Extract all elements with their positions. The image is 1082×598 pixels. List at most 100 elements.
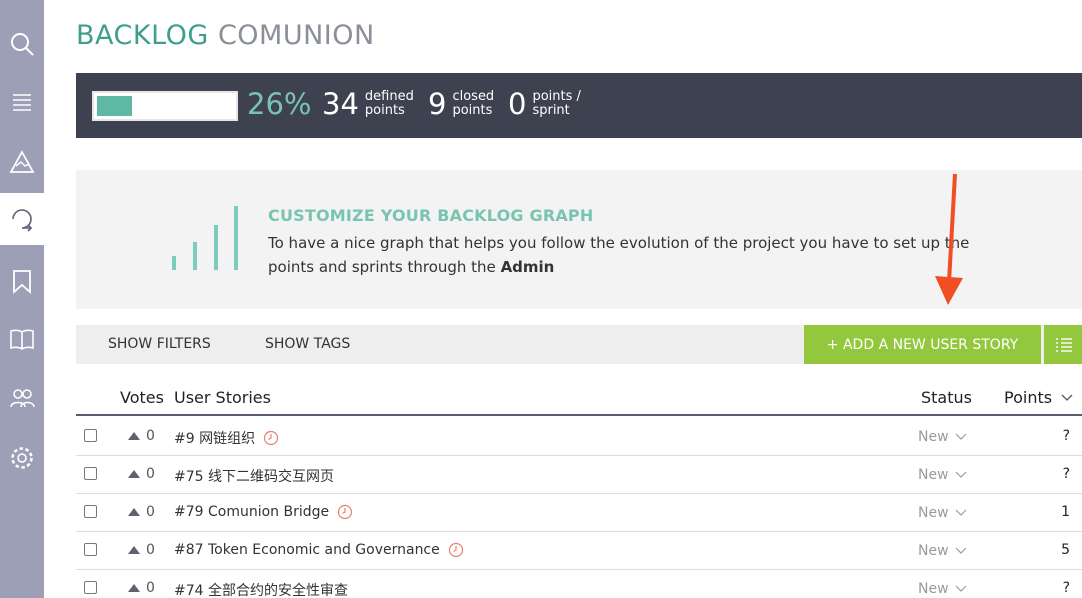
votes-column-header[interactable]: Votes: [120, 388, 164, 407]
progress-bar: [92, 91, 238, 121]
kanban-button[interactable]: [0, 255, 44, 307]
backlog-button[interactable]: [0, 193, 44, 245]
graph-banner-title: CUSTOMIZE YOUR BACKLOG GRAPH: [268, 206, 594, 225]
chevron-down-icon: [955, 433, 966, 440]
progress-fill: [97, 96, 132, 116]
user-story-link[interactable]: #74 全部合约的安全性审查: [174, 580, 348, 598]
row-checkbox[interactable]: [84, 505, 97, 518]
graph-placeholder-icon: [172, 206, 242, 270]
graph-banner-text: To have a nice graph that helps you foll…: [268, 231, 998, 279]
show-filters-button[interactable]: SHOW FILTERS: [108, 336, 211, 352]
upvote-icon: [128, 584, 140, 592]
user-story-link[interactable]: #79 Comunion Bridge: [174, 504, 353, 520]
upvote-button[interactable]: 0: [128, 466, 155, 482]
defined-points-stat: 34 defined points: [322, 87, 425, 121]
table-row: 0 #74 全部合约的安全性审查 New?: [76, 570, 1082, 598]
upvote-icon: [128, 432, 140, 440]
add-user-story-button[interactable]: + ADD A NEW USER STORY: [804, 325, 1041, 364]
list-icon: [1056, 337, 1072, 352]
user-story-link[interactable]: #87 Token Economic and Governance: [174, 542, 464, 558]
vote-count: 0: [146, 428, 155, 444]
chevron-down-icon: [955, 585, 966, 592]
bulk-add-button[interactable]: [1044, 325, 1082, 364]
page-title: BACKLOG COMUNION: [76, 20, 375, 51]
row-checkbox[interactable]: [84, 581, 97, 594]
status-label: New: [918, 505, 949, 521]
points-column-header[interactable]: Points: [1004, 388, 1073, 407]
user-story-link[interactable]: #75 线下二维码交互网页: [174, 466, 334, 486]
progress-percent: 26%: [247, 87, 312, 121]
settings-button[interactable]: [0, 432, 44, 484]
stories-column-header[interactable]: User Stories: [174, 388, 271, 407]
upvote-button[interactable]: 0: [128, 542, 155, 558]
user-story-title: #75 线下二维码交互网页: [174, 469, 334, 485]
backlog-summary: 26% 34 defined points 9 closed points 0 …: [76, 73, 1082, 138]
table-header: Votes User Stories Status Points: [76, 380, 1082, 416]
page-title-project: COMUNION: [217, 20, 375, 51]
points-value[interactable]: ?: [1063, 428, 1070, 444]
upvote-icon: [128, 546, 140, 554]
sprint-points-stat: 0 points / sprint: [508, 87, 590, 121]
admin-link[interactable]: Admin: [501, 258, 555, 276]
points-value[interactable]: ?: [1063, 466, 1070, 482]
search-icon: [11, 33, 34, 56]
status-column-header[interactable]: Status: [921, 388, 972, 407]
upvote-button[interactable]: 0: [128, 580, 155, 596]
clock-icon: [448, 542, 463, 558]
upvote-button[interactable]: 0: [128, 428, 155, 444]
user-story-title: #87 Token Economic and Governance: [174, 542, 440, 558]
row-checkbox[interactable]: [84, 467, 97, 480]
user-story-title: #74 全部合约的安全性审查: [174, 583, 348, 598]
user-story-title: #9 网链组织: [174, 431, 256, 447]
points-value[interactable]: 1: [1061, 504, 1070, 520]
sprint-points-label: points / sprint: [532, 89, 581, 118]
status-dropdown[interactable]: New: [918, 467, 967, 483]
bookmark-icon: [13, 270, 31, 294]
team-icon: [10, 389, 35, 408]
table-row: 0 #79 Comunion Bridge New 1: [76, 494, 1082, 532]
status-dropdown[interactable]: New: [918, 429, 967, 445]
book-icon: [10, 329, 34, 350]
chevron-down-icon: [955, 509, 966, 516]
upvote-button[interactable]: 0: [128, 504, 155, 520]
user-story-link[interactable]: #9 网链组织: [174, 428, 279, 448]
points-header-label: Points: [1004, 388, 1053, 407]
status-dropdown[interactable]: New: [918, 543, 967, 559]
menu-button[interactable]: [0, 77, 44, 129]
chevron-down-icon: [955, 547, 966, 554]
table-row: 0 #87 Token Economic and Governance New 5: [76, 532, 1082, 570]
row-checkbox[interactable]: [84, 429, 97, 442]
closed-points-value: 9: [428, 87, 447, 121]
graph-bar: [214, 225, 218, 270]
user-story-title: #79 Comunion Bridge: [174, 504, 330, 520]
clock-icon: [263, 430, 279, 446]
vote-count: 0: [146, 504, 155, 520]
show-tags-button[interactable]: SHOW TAGS: [265, 336, 350, 352]
clock-icon: [338, 504, 353, 520]
gear-icon: [11, 447, 33, 469]
vote-count: 0: [146, 542, 155, 558]
points-value[interactable]: ?: [1063, 580, 1070, 596]
status-label: New: [918, 467, 949, 483]
backlog-graph-banner: CUSTOMIZE YOUR BACKLOG GRAPH To have a n…: [76, 170, 1082, 309]
search-button[interactable]: [0, 18, 44, 70]
status-dropdown[interactable]: New: [918, 505, 967, 521]
vote-count: 0: [146, 580, 155, 596]
graph-banner-body: To have a nice graph that helps you foll…: [268, 234, 970, 276]
filter-bar: SHOW FILTERS SHOW TAGS + ADD A NEW USER …: [76, 325, 1082, 364]
sprint-loop-icon: [12, 209, 33, 232]
epics-button[interactable]: [0, 136, 44, 188]
points-value[interactable]: 5: [1061, 542, 1070, 558]
row-checkbox[interactable]: [84, 543, 97, 556]
status-dropdown[interactable]: New: [918, 581, 967, 597]
sidebar: [0, 0, 44, 598]
wiki-button[interactable]: [0, 313, 44, 365]
upvote-icon: [128, 470, 140, 478]
defined-points-label: defined points: [364, 89, 414, 118]
graph-bar: [234, 206, 238, 270]
table-row: 0 #9 网链组织 New?: [76, 418, 1082, 456]
menu-icon: [13, 94, 31, 111]
status-label: New: [918, 581, 949, 597]
team-button[interactable]: [0, 372, 44, 424]
mountain-icon: [9, 150, 35, 173]
